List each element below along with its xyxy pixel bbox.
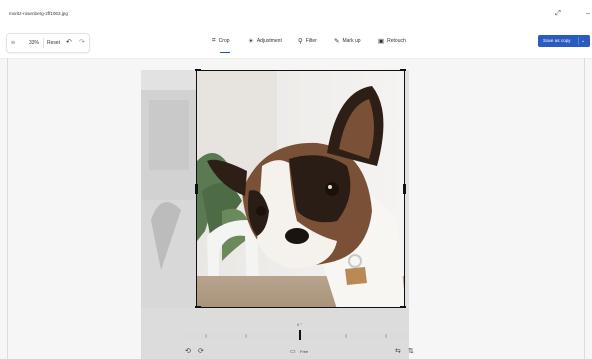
- crop-handle-right[interactable]: [403, 184, 406, 194]
- aspect-ratio-label[interactable]: Free: [300, 349, 308, 354]
- crop-frame[interactable]: [196, 70, 405, 308]
- redo-icon[interactable]: ↷: [79, 34, 85, 52]
- crop-handle-bottom-right[interactable]: [400, 306, 406, 308]
- crop-handle-left[interactable]: [195, 184, 198, 194]
- image-canvas: [141, 69, 409, 359]
- save-as-copy-button[interactable]: Save as copy ⌄: [538, 35, 590, 47]
- filter-icon: ⚲: [298, 38, 303, 45]
- zoom-level[interactable]: 33%: [29, 34, 39, 52]
- straighten-value: 0 °: [297, 322, 302, 327]
- flip-vertical-icon[interactable]: ⇅: [408, 347, 414, 355]
- tab-crop-label: Crop: [218, 38, 230, 44]
- crop-handle-bottom-left[interactable]: [195, 306, 201, 308]
- straighten-slider[interactable]: [186, 331, 408, 341]
- zoom-divider: [43, 38, 44, 48]
- title-bar: moritz-rosenberg-2ff1063.jpg ⤢ –: [0, 0, 592, 26]
- straighten-slider-thumb[interactable]: [299, 330, 301, 340]
- tab-filter-label: Filter: [305, 38, 317, 44]
- expand-icon[interactable]: ⤢: [548, 7, 568, 21]
- crop-handle-top-right[interactable]: [400, 69, 406, 71]
- save-button-divider: [578, 37, 579, 45]
- adjustment-icon: ☀: [248, 38, 254, 45]
- tab-adjustment-label: Adjustment: [256, 38, 282, 44]
- save-as-copy-label: Save as copy: [543, 38, 571, 43]
- rotate-right-icon[interactable]: ⟳: [198, 347, 204, 355]
- file-name-title: moritz-rosenberg-2ff1063.jpg: [9, 11, 68, 16]
- crop-icon: ⌗: [212, 37, 216, 44]
- tab-markup[interactable]: ✎ Mark up: [334, 35, 361, 47]
- markup-icon: ✎: [334, 38, 340, 45]
- tab-crop[interactable]: ⌗ Crop: [212, 35, 230, 53]
- zoom-out-icon[interactable]: ⊖: [11, 34, 15, 52]
- zoom-group: ⊖ 33% Reset ↶ ↷: [6, 33, 90, 53]
- left-panel-edge: [7, 58, 8, 359]
- reset-button[interactable]: Reset: [47, 34, 60, 52]
- retouch-icon: ▣: [378, 38, 385, 45]
- tab-retouch-label: Retouch: [387, 38, 406, 44]
- flip-horizontal-icon[interactable]: ⇆: [395, 347, 401, 355]
- tab-adjustment[interactable]: ☀ Adjustment: [248, 35, 282, 47]
- right-panel-edge: [584, 58, 585, 359]
- rotate-left-icon[interactable]: ⟲: [185, 347, 191, 355]
- undo-icon[interactable]: ↶: [66, 34, 72, 52]
- crop-handle-top-left[interactable]: [195, 69, 201, 71]
- photos-editor-window: moritz-rosenberg-2ff1063.jpg ⤢ – ⊖ 33% R…: [0, 0, 592, 359]
- tab-retouch[interactable]: ▣ Retouch: [378, 35, 406, 47]
- tab-filter[interactable]: ⚲ Filter: [298, 35, 317, 47]
- editor-toolbar: ⊖ 33% Reset ↶ ↷ ⌗ Crop ☀ Adjustment ⚲ Fi…: [0, 26, 592, 59]
- tab-markup-label: Mark up: [342, 38, 361, 44]
- minimize-icon[interactable]: –: [578, 7, 592, 21]
- aspect-ratio-icon[interactable]: ▭: [290, 348, 296, 355]
- chevron-down-icon[interactable]: ⌄: [581, 35, 585, 47]
- dog-photo: [197, 71, 404, 307]
